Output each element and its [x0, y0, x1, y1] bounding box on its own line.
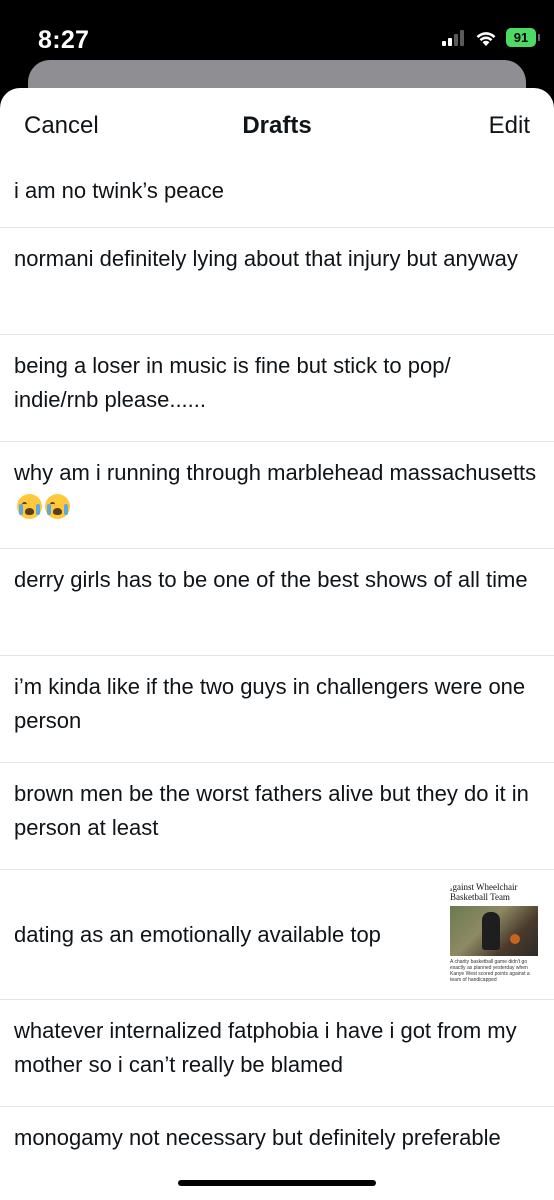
page-title: Drafts [242, 112, 312, 139]
draft-text: why am i running through marblehead mass… [14, 456, 540, 524]
battery-cap [538, 34, 540, 41]
wifi-icon [476, 31, 496, 46]
status-icons: 91 [442, 28, 540, 47]
draft-item[interactable]: i am no twink’s peace [0, 160, 554, 228]
drafts-nav-bar: Cancel Drafts Edit [0, 88, 554, 160]
draft-image-thumbnail[interactable]: ₐgainst Wheelchair Basketball Team A cha… [446, 879, 542, 990]
thumbnail-headline: ₐgainst Wheelchair Basketball Team [450, 881, 518, 902]
drafts-sheet: Cancel Drafts Edit i am no twink’s peace… [0, 88, 554, 1200]
status-time: 8:27 [38, 26, 90, 54]
loudly-crying-face-icon [17, 494, 42, 519]
draft-item[interactable]: normani definitely lying about that inju… [0, 228, 554, 335]
draft-item[interactable]: why am i running through marblehead mass… [0, 442, 554, 549]
battery-icon: 91 [506, 28, 540, 47]
thumbnail-caption: A charity basketball game didn't go exac… [450, 958, 530, 983]
loudly-crying-face-icon [45, 494, 70, 519]
draft-item[interactable]: dating as an emotionally available top ₐ… [0, 870, 554, 1000]
draft-text: i’m kinda like if the two guys in challe… [14, 674, 526, 733]
draft-item[interactable]: derry girls has to be one of the best sh… [0, 549, 554, 656]
draft-text: being a loser in music is fine but stick… [14, 353, 451, 412]
draft-item[interactable]: i’m kinda like if the two guys in challe… [0, 656, 554, 763]
draft-item[interactable]: being a loser in music is fine but stick… [0, 335, 554, 442]
draft-item[interactable]: whatever internalized fatphobia i have i… [0, 1000, 554, 1107]
home-indicator[interactable] [178, 1180, 376, 1186]
draft-text: dating as an emotionally available top [14, 921, 381, 947]
edit-button[interactable]: Edit [489, 112, 530, 140]
draft-item[interactable]: brown men be the worst fathers alive but… [0, 763, 554, 870]
thumbnail-photo [450, 905, 538, 956]
draft-text: whatever internalized fatphobia i have i… [14, 1018, 517, 1077]
drafts-list: i am no twink’s peace normani definitely… [0, 160, 554, 1200]
draft-item[interactable]: monogamy not necessary but definitely pr… [0, 1107, 554, 1200]
draft-text: normani definitely lying about that inju… [14, 246, 518, 271]
battery-level: 91 [506, 28, 536, 47]
cellular-signal-icon [442, 29, 464, 46]
draft-text-content: why am i running through marblehead mass… [14, 460, 537, 485]
draft-text: derry girls has to be one of the best sh… [14, 567, 528, 592]
draft-text: monogamy not necessary but definitely pr… [14, 1125, 501, 1150]
draft-text: i am no twink’s peace [14, 178, 224, 203]
draft-text: brown men be the worst fathers alive but… [14, 781, 529, 840]
